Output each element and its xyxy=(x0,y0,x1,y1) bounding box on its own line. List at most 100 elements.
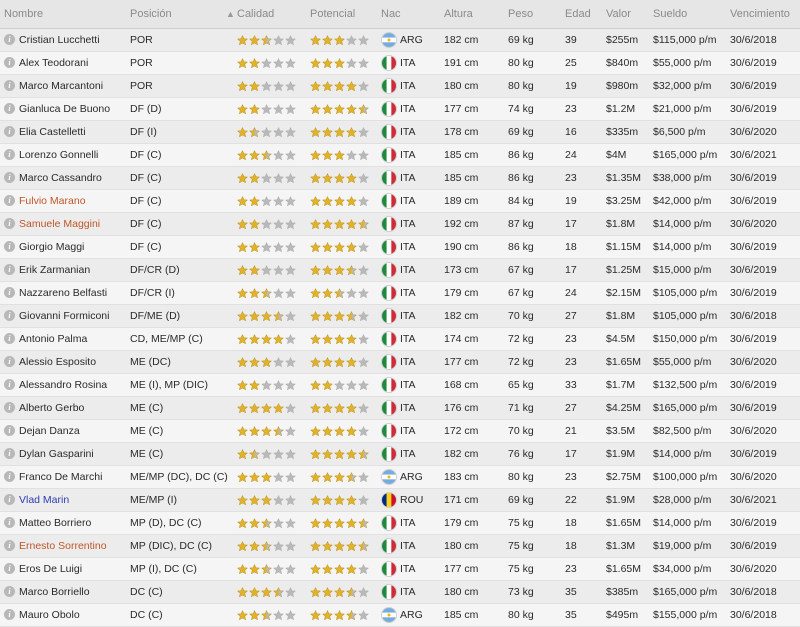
player-value: $1.65M xyxy=(606,356,642,368)
info-icon[interactable]: i xyxy=(4,540,15,551)
star-full-icon xyxy=(322,149,333,160)
info-icon[interactable]: i xyxy=(4,103,15,114)
player-name-link[interactable]: Matteo Borriero xyxy=(19,512,129,534)
player-name-link[interactable]: Samuele Maggini xyxy=(19,213,129,235)
info-icon[interactable]: i xyxy=(4,149,15,160)
player-name-link[interactable]: Lorenzo Gonnelli xyxy=(19,144,129,166)
player-name-link[interactable]: Marco Marcantoni xyxy=(19,75,129,97)
player-weight: 67 kg xyxy=(508,287,534,299)
player-name-link[interactable]: Elia Castelletti xyxy=(19,121,129,143)
info-icon[interactable]: i xyxy=(4,57,15,68)
column-header-potencial[interactable]: Potencial xyxy=(310,0,355,28)
star-empty-icon xyxy=(285,333,296,344)
table-row[interactable]: i Nazzareno Belfasti DF/CR (I) ITA 179 cm 67 … xyxy=(0,282,800,305)
player-name-link[interactable]: Ernesto Sorrentino xyxy=(19,535,129,557)
player-name-link[interactable]: Gianluca De Buono xyxy=(19,98,129,120)
player-name-link[interactable]: Antonio Palma xyxy=(19,328,129,350)
table-row[interactable]: i Erik Zarmanian DF/CR (D) ITA 173 cm 67 kg 17… xyxy=(0,259,800,282)
table-row[interactable]: i Marco Cassandro DF (C) ITA 185 cm 86 kg 23 $1… xyxy=(0,167,800,190)
column-header-peso[interactable]: Peso xyxy=(508,0,533,28)
info-icon[interactable]: i xyxy=(4,264,15,275)
table-row[interactable]: i Ernesto Sorrentino MP (DIC), DC (C) ITA 18… xyxy=(0,535,800,558)
table-row[interactable]: i Marco Borriello DC (C) ITA 180 cm 73 kg 35 $3… xyxy=(0,581,800,604)
column-header-nombre[interactable]: Nombre xyxy=(4,0,43,28)
info-icon[interactable]: i xyxy=(4,586,15,597)
info-icon[interactable]: i xyxy=(4,494,15,505)
player-name-link[interactable]: Giorgio Maggi xyxy=(19,236,129,258)
player-name-link[interactable]: Fulvio Marano xyxy=(19,190,129,212)
player-name-link[interactable]: Marco Cassandro xyxy=(19,167,129,189)
table-row[interactable]: i Fulvio Marano DF (C) ITA 189 cm 84 kg 19 $3.2… xyxy=(0,190,800,213)
info-icon[interactable]: i xyxy=(4,80,15,91)
info-icon[interactable]: i xyxy=(4,195,15,206)
table-row[interactable]: i Dejan Danza ME (C) ITA 172 cm 70 kg 21 $3.5M $… xyxy=(0,420,800,443)
info-icon[interactable]: i xyxy=(4,287,15,298)
player-name-link[interactable]: Giovanni Formiconi xyxy=(19,305,129,327)
info-icon[interactable]: i xyxy=(4,356,15,367)
player-name-link[interactable]: Mauro Obolo xyxy=(19,604,129,626)
table-row[interactable]: i Alex Teodorani POR ITA 191 cm 80 kg 25 $840m $… xyxy=(0,52,800,75)
info-icon[interactable]: i xyxy=(4,241,15,252)
table-row[interactable]: i Matteo Borriero MP (D), DC (C) ITA 179 cm 7… xyxy=(0,512,800,535)
table-row[interactable]: i Dylan Gasparini ME (C) ITA 182 cm 76 kg 17 $1… xyxy=(0,443,800,466)
column-header-sueldo[interactable]: Sueldo xyxy=(653,0,687,28)
player-name-link[interactable]: Erik Zarmanian xyxy=(19,259,129,281)
table-row[interactable]: i Giovanni Formiconi DF/ME (D) ITA 182 cm 70 … xyxy=(0,305,800,328)
table-row[interactable]: i Giorgio Maggi DF (C) ITA 190 cm 86 kg 18 $1.1… xyxy=(0,236,800,259)
info-icon[interactable]: i xyxy=(4,448,15,459)
player-position: DF (C) xyxy=(130,218,162,230)
table-row[interactable]: i Elia Castelletti DF (I) ITA 178 cm 69 kg 16 $… xyxy=(0,121,800,144)
player-name-link[interactable]: Eros De Luigi xyxy=(19,558,129,580)
star-full-icon xyxy=(310,379,321,390)
info-icon[interactable]: i xyxy=(4,333,15,344)
table-row[interactable]: i Alessandro Rosina ME (I), MP (DIC) ITA 168… xyxy=(0,374,800,397)
table-row[interactable]: i Cristian Lucchetti POR ARG 182 cm 69 kg 39 $2… xyxy=(0,29,800,52)
table-row[interactable]: i Alessio Esposito ME (DC) ITA 177 cm 72 kg 23… xyxy=(0,351,800,374)
info-icon[interactable]: i xyxy=(4,126,15,137)
player-name-link[interactable]: Nazzareno Belfasti xyxy=(19,282,129,304)
info-icon[interactable]: i xyxy=(4,310,15,321)
player-name-link[interactable]: Cristian Lucchetti xyxy=(19,29,129,51)
column-header-calidad[interactable]: Calidad xyxy=(237,0,274,28)
star-full-icon xyxy=(346,448,357,459)
player-name-link[interactable]: Dejan Danza xyxy=(19,420,129,442)
info-icon[interactable]: i xyxy=(4,517,15,528)
column-header-valor[interactable]: Valor xyxy=(606,0,631,28)
info-icon[interactable]: i xyxy=(4,172,15,183)
column-header-edad[interactable]: Edad xyxy=(565,0,591,28)
table-row[interactable]: i Marco Marcantoni POR ITA 180 cm 80 kg 19 $980… xyxy=(0,75,800,98)
player-name-link[interactable]: Alessandro Rosina xyxy=(19,374,129,396)
info-icon[interactable]: i xyxy=(4,402,15,413)
table-row[interactable]: i Franco De Marchi ME/MP (DC), DC (C) ARG 18… xyxy=(0,466,800,489)
star-full-icon xyxy=(310,425,321,436)
table-row[interactable]: i Gianluca De Buono DF (D) ITA 177 cm 74 kg 23… xyxy=(0,98,800,121)
column-header-altura[interactable]: Altura xyxy=(444,0,473,28)
table-row[interactable]: i Alberto Gerbo ME (C) ITA 176 cm 71 kg 27 $4.2… xyxy=(0,397,800,420)
table-row[interactable]: i Antonio Palma CD, ME/MP (C) ITA 174 cm 72 k… xyxy=(0,328,800,351)
column-header-nac[interactable]: Nac xyxy=(381,0,401,28)
player-name-link[interactable]: Franco De Marchi xyxy=(19,466,129,488)
player-name-link[interactable]: Alessio Esposito xyxy=(19,351,129,373)
column-header-vencimiento[interactable]: Vencimiento xyxy=(730,0,790,28)
info-icon[interactable]: i xyxy=(4,563,15,574)
player-name-link[interactable]: Dylan Gasparini xyxy=(19,443,129,465)
star-empty-icon xyxy=(346,34,357,45)
column-header-posicion[interactable]: Posición xyxy=(130,0,172,28)
info-icon[interactable]: i xyxy=(4,609,15,620)
star-empty-icon xyxy=(358,195,369,206)
star-empty-icon xyxy=(358,241,369,252)
info-icon[interactable]: i xyxy=(4,425,15,436)
player-name-link[interactable]: Alberto Gerbo xyxy=(19,397,129,419)
info-icon[interactable]: i xyxy=(4,34,15,45)
info-icon[interactable]: i xyxy=(4,471,15,482)
player-name-link[interactable]: Alex Teodorani xyxy=(19,52,129,74)
table-row[interactable]: i Mauro Obolo DC (C) ARG 185 cm 80 kg 35 $495m $… xyxy=(0,604,800,627)
player-salary: $100,000 p/m xyxy=(653,471,718,483)
table-row[interactable]: i Lorenzo Gonnelli DF (C) ITA 185 cm 86 kg 24 $… xyxy=(0,144,800,167)
player-name-link[interactable]: Vlad Marin xyxy=(19,489,129,511)
info-icon[interactable]: i xyxy=(4,379,15,390)
info-icon[interactable]: i xyxy=(4,218,15,229)
table-row[interactable]: i Eros De Luigi MP (I), DC (C) ITA 177 cm 75 … xyxy=(0,558,800,581)
table-row[interactable]: i Samuele Maggini DF (C) ITA 192 cm 87 kg 17 $1… xyxy=(0,213,800,236)
table-row[interactable]: i Vlad Marin ME/MP (I) ROU 171 cm 69 kg 22 $1.9… xyxy=(0,489,800,512)
